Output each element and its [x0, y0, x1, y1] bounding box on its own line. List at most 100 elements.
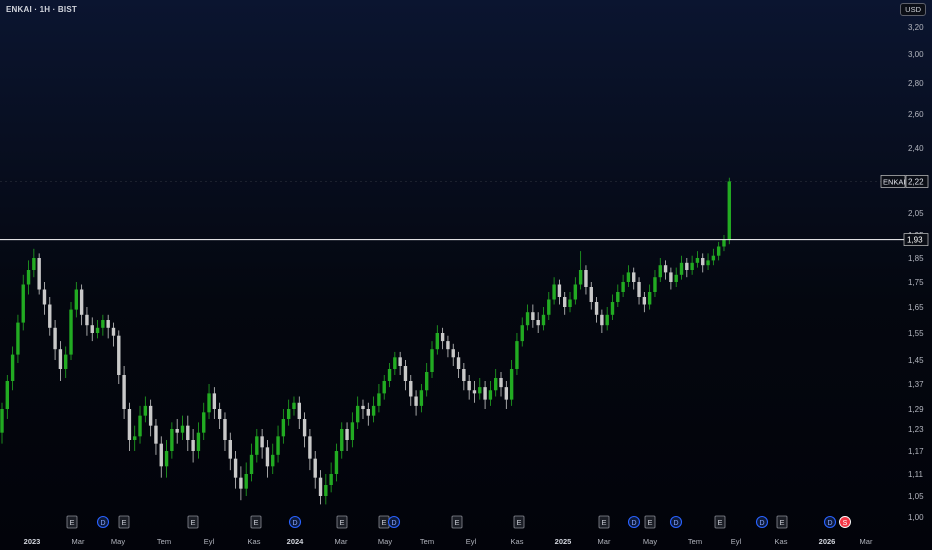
candle-body — [318, 477, 323, 496]
candle — [297, 396, 301, 429]
event-marker-d[interactable]: D — [288, 515, 302, 529]
price-tick-label: 1,65 — [908, 303, 924, 312]
event-marker-e[interactable]: E — [336, 515, 348, 529]
earnings-letter: E — [717, 518, 722, 527]
candle — [334, 443, 339, 482]
candle-body — [557, 284, 562, 297]
candle — [616, 284, 620, 307]
candle-body — [175, 429, 179, 433]
event-marker-d[interactable]: D — [823, 515, 837, 529]
candle-body — [69, 309, 73, 355]
candle — [95, 320, 100, 339]
event-marker-s[interactable]: S — [839, 516, 851, 528]
candle-body — [690, 262, 694, 270]
candle-body — [90, 325, 94, 333]
candle-body — [541, 314, 546, 326]
candle-body — [154, 425, 158, 444]
candle-body — [186, 425, 190, 440]
event-marker-e[interactable]: E — [714, 515, 726, 529]
candle-body — [594, 302, 599, 315]
event-marker-e[interactable]: E — [451, 515, 463, 529]
candle — [594, 297, 599, 323]
currency-button[interactable]: USD — [900, 3, 926, 16]
event-marker-e[interactable]: E — [250, 515, 262, 529]
candle-body — [371, 405, 376, 416]
event-marker-e[interactable]: E — [66, 515, 78, 529]
price-tick-label: 3,20 — [908, 23, 924, 32]
candle-body — [16, 322, 20, 355]
candle — [578, 251, 583, 290]
price-tick-label: 2,05 — [908, 209, 924, 218]
candle — [393, 351, 397, 375]
time-tick-label: 2025 — [555, 537, 572, 546]
candle-body — [451, 349, 455, 358]
candle-body — [53, 327, 57, 350]
candle — [727, 177, 731, 245]
candle-body — [504, 387, 509, 400]
candle — [626, 265, 631, 287]
candle-body — [414, 396, 418, 406]
event-marker-e[interactable]: E — [378, 515, 390, 529]
event-marker-d[interactable]: D — [627, 515, 641, 529]
candle — [382, 375, 386, 400]
candle-body — [398, 357, 402, 366]
candle — [446, 335, 450, 358]
time-tick-label: Tem — [420, 537, 434, 546]
earnings-letter: E — [381, 518, 386, 527]
price-tick-label: 1,29 — [908, 405, 924, 414]
candle-body — [605, 314, 609, 326]
candle-body — [37, 258, 41, 290]
candle-body — [148, 405, 153, 426]
event-marker-d[interactable]: D — [755, 515, 769, 529]
price-tick-label: 1,85 — [908, 254, 924, 263]
event-marker-e[interactable]: E — [598, 515, 610, 529]
price-tick-label: 1,45 — [908, 356, 924, 365]
time-tick-label: Eyl — [466, 537, 477, 546]
candle-body — [647, 292, 652, 305]
level-price-tag: 1,93 — [903, 233, 929, 246]
candle-body — [95, 327, 100, 333]
event-marker-e[interactable]: E — [776, 515, 788, 529]
candle-body — [26, 270, 31, 285]
event-marker-e[interactable]: E — [513, 515, 525, 529]
symbol-title[interactable]: ENKAI · 1H · BIST — [6, 5, 77, 14]
candle — [377, 384, 381, 413]
time-tick-label: Mar — [72, 537, 85, 546]
candle — [658, 258, 662, 282]
candle — [409, 375, 413, 406]
price-tick-label: 2,80 — [908, 79, 924, 88]
candle — [292, 396, 296, 416]
event-marker-e[interactable]: E — [187, 515, 199, 529]
price-tick-label: 1,37 — [908, 380, 924, 389]
candle-body — [350, 422, 355, 440]
candle — [148, 399, 153, 437]
candle — [122, 366, 126, 419]
event-marker-d[interactable]: D — [387, 515, 401, 529]
candle-body — [499, 378, 503, 388]
dividend-letter: D — [100, 520, 105, 527]
event-marker-d[interactable]: D — [669, 515, 683, 529]
candle — [494, 369, 498, 397]
candle — [584, 265, 588, 295]
candle-body — [711, 255, 716, 261]
candle — [37, 253, 41, 295]
candle — [361, 399, 365, 419]
candle — [472, 381, 477, 403]
candle — [637, 277, 641, 305]
candle-body — [552, 284, 556, 300]
candle — [419, 384, 424, 413]
candle — [308, 429, 312, 471]
candle — [0, 402, 4, 444]
event-marker-e[interactable]: E — [644, 515, 656, 529]
event-marker-e[interactable]: E — [118, 515, 130, 529]
candle-body — [658, 265, 662, 278]
price-tick-label: 1,05 — [908, 492, 924, 501]
candle-body — [223, 419, 227, 440]
price-chart[interactable]: 1,00 1,05 1,11 1,17 1,23 1,29 1,37 1,45 1,55 1,65… — [0, 0, 932, 550]
event-marker-d[interactable]: D — [96, 515, 110, 529]
candle — [212, 387, 217, 419]
earnings-letter: E — [779, 518, 784, 527]
candle-body — [573, 284, 578, 300]
candle-body — [509, 369, 514, 400]
earnings-letter: E — [190, 518, 195, 527]
